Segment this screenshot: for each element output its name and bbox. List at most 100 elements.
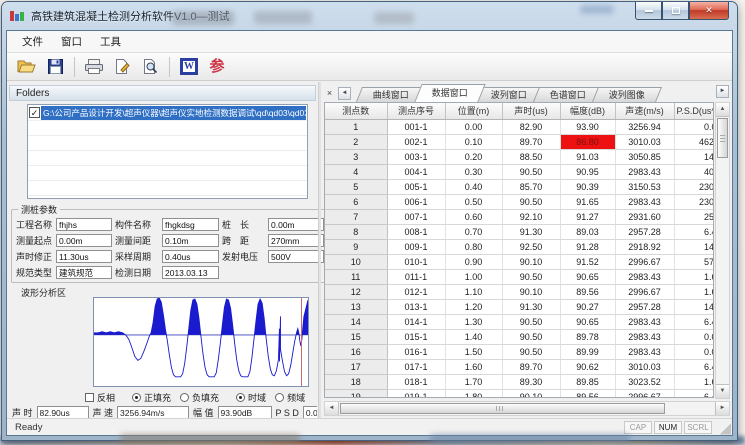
table-cell[interactable]: 462.4: [674, 134, 714, 149]
table-cell[interactable]: 3150.53: [615, 179, 674, 194]
table-cell[interactable]: 019-1: [387, 389, 445, 398]
table-row[interactable]: 3003-10.2088.5091.033050.8514.4: [325, 149, 714, 164]
table-cell[interactable]: 89.03: [560, 224, 615, 239]
table-cell[interactable]: 2918.92: [615, 239, 674, 254]
table-cell[interactable]: 57.6: [674, 254, 714, 269]
table-cell[interactable]: 0.00: [674, 329, 714, 344]
table-cell[interactable]: 1.60: [674, 374, 714, 389]
table-row[interactable]: 16016-11.5090.5089.992983.430.00: [325, 344, 714, 359]
row-header-cell[interactable]: 6: [325, 194, 387, 209]
minimize-button[interactable]: [635, 2, 662, 20]
print-preview-button[interactable]: [137, 55, 163, 79]
column-header[interactable]: P.S.D(us^2/m): [674, 103, 714, 119]
table-cell[interactable]: 230.4: [674, 179, 714, 194]
row-header-cell[interactable]: 4: [325, 164, 387, 179]
row-header-cell[interactable]: 19: [325, 389, 387, 398]
pane-close-button[interactable]: ×: [323, 87, 336, 100]
table-cell[interactable]: 85.70: [502, 179, 560, 194]
table-cell[interactable]: 91.03: [560, 149, 615, 164]
table-cell[interactable]: 89.85: [560, 374, 615, 389]
table-cell[interactable]: 014-1: [387, 314, 445, 329]
table-cell[interactable]: 3050.85: [615, 149, 674, 164]
table-cell[interactable]: 90.39: [560, 179, 615, 194]
table-cell[interactable]: 14.4: [674, 239, 714, 254]
horizontal-scroll-thumb[interactable]: [340, 403, 665, 414]
column-header[interactable]: 位置(m): [445, 103, 502, 119]
column-header[interactable]: 声速(m/s): [615, 103, 674, 119]
table-cell[interactable]: 86.80: [560, 134, 615, 149]
table-row[interactable]: 14014-11.3090.5090.652983.436.40: [325, 314, 714, 329]
param-value-field[interactable]: 0.00m: [56, 234, 112, 247]
column-header[interactable]: 测点数: [325, 103, 387, 119]
table-cell[interactable]: 91.30: [502, 224, 560, 239]
table-cell[interactable]: 89.56: [560, 284, 615, 299]
save-button[interactable]: [42, 55, 68, 79]
table-cell[interactable]: 0.00: [674, 119, 714, 134]
table-cell[interactable]: 011-1: [387, 269, 445, 284]
scroll-right-arrow[interactable]: ►: [715, 402, 729, 415]
invert-checkbox[interactable]: 反相: [85, 391, 115, 404]
horizontal-scrollbar[interactable]: ◄ ►: [324, 401, 730, 416]
table-cell[interactable]: 2931.60: [615, 209, 674, 224]
row-header-cell[interactable]: 15: [325, 329, 387, 344]
vertical-scroll-thumb[interactable]: [717, 118, 728, 158]
table-cell[interactable]: 007-1: [387, 209, 445, 224]
table-cell[interactable]: 0.20: [445, 149, 502, 164]
table-cell[interactable]: 008-1: [387, 224, 445, 239]
table-cell[interactable]: 018-1: [387, 374, 445, 389]
table-cell[interactable]: 2983.43: [615, 314, 674, 329]
table-cell[interactable]: 25.6: [674, 209, 714, 224]
table-row[interactable]: 8008-10.7091.3089.032957.286.40: [325, 224, 714, 239]
table-cell[interactable]: 89.99: [560, 344, 615, 359]
table-row[interactable]: 5005-10.4085.7090.393150.53230.4: [325, 179, 714, 194]
table-row[interactable]: 11011-11.0090.5090.652983.431.60: [325, 269, 714, 284]
positive-fill-radio[interactable]: 正填充: [132, 391, 171, 404]
row-header-cell[interactable]: 3: [325, 149, 387, 164]
menu-tools[interactable]: 工具: [91, 32, 130, 51]
table-cell[interactable]: 6.40: [674, 224, 714, 239]
table-row[interactable]: 9009-10.8092.5091.282918.9214.4: [325, 239, 714, 254]
table-cell[interactable]: 0.70: [445, 224, 502, 239]
table-cell[interactable]: 90.50: [502, 329, 560, 344]
table-cell[interactable]: 010-1: [387, 254, 445, 269]
table-row[interactable]: 12012-11.1090.1089.562996.671.60: [325, 284, 714, 299]
word-report-button[interactable]: W: [176, 55, 202, 79]
export-button[interactable]: [109, 55, 135, 79]
row-header-cell[interactable]: 18: [325, 374, 387, 389]
table-row[interactable]: 6006-10.5090.5091.652983.43230.4: [325, 194, 714, 209]
table-cell[interactable]: 92.50: [502, 239, 560, 254]
table-cell[interactable]: 90.50: [502, 164, 560, 179]
table-row[interactable]: 15015-11.4090.5089.782983.430.00: [325, 329, 714, 344]
table-cell[interactable]: 2983.43: [615, 194, 674, 209]
table-row[interactable]: 7007-10.6092.1091.272931.6025.6: [325, 209, 714, 224]
table-cell[interactable]: 1.80: [445, 389, 502, 398]
table-cell[interactable]: 90.10: [502, 284, 560, 299]
table-cell[interactable]: 3010.03: [615, 359, 674, 374]
table-cell[interactable]: 3256.94: [615, 119, 674, 134]
freq-domain-radio[interactable]: 频域: [275, 391, 305, 404]
row-header-cell[interactable]: 7: [325, 209, 387, 224]
table-cell[interactable]: 0.50: [445, 194, 502, 209]
table-cell[interactable]: 82.90: [502, 119, 560, 134]
scroll-left-arrow[interactable]: ◄: [325, 402, 339, 415]
scroll-down-arrow[interactable]: ▼: [716, 384, 729, 398]
table-cell[interactable]: 1.50: [445, 344, 502, 359]
param-value-field[interactable]: fhjhs: [56, 218, 112, 231]
row-header-cell[interactable]: 8: [325, 224, 387, 239]
param-value-field[interactable]: 0.40us: [162, 250, 219, 263]
table-cell[interactable]: 1.10: [445, 284, 502, 299]
table-cell[interactable]: 6.40: [674, 359, 714, 374]
table-cell[interactable]: 90.50: [502, 269, 560, 284]
param-value-field[interactable]: 0.00m: [268, 218, 324, 231]
menu-file[interactable]: 文件: [13, 32, 52, 51]
waveform-plot[interactable]: [93, 297, 309, 387]
time-domain-radio[interactable]: 时域: [236, 391, 266, 404]
table-cell[interactable]: 2957.28: [615, 224, 674, 239]
table-cell[interactable]: 2983.43: [615, 164, 674, 179]
table-cell[interactable]: 017-1: [387, 359, 445, 374]
param-value-field[interactable]: 0.10m: [162, 234, 219, 247]
row-header-cell[interactable]: 1: [325, 119, 387, 134]
negative-fill-radio[interactable]: 负填充: [180, 391, 219, 404]
table-cell[interactable]: 2996.67: [615, 254, 674, 269]
table-cell[interactable]: 0.40: [445, 179, 502, 194]
